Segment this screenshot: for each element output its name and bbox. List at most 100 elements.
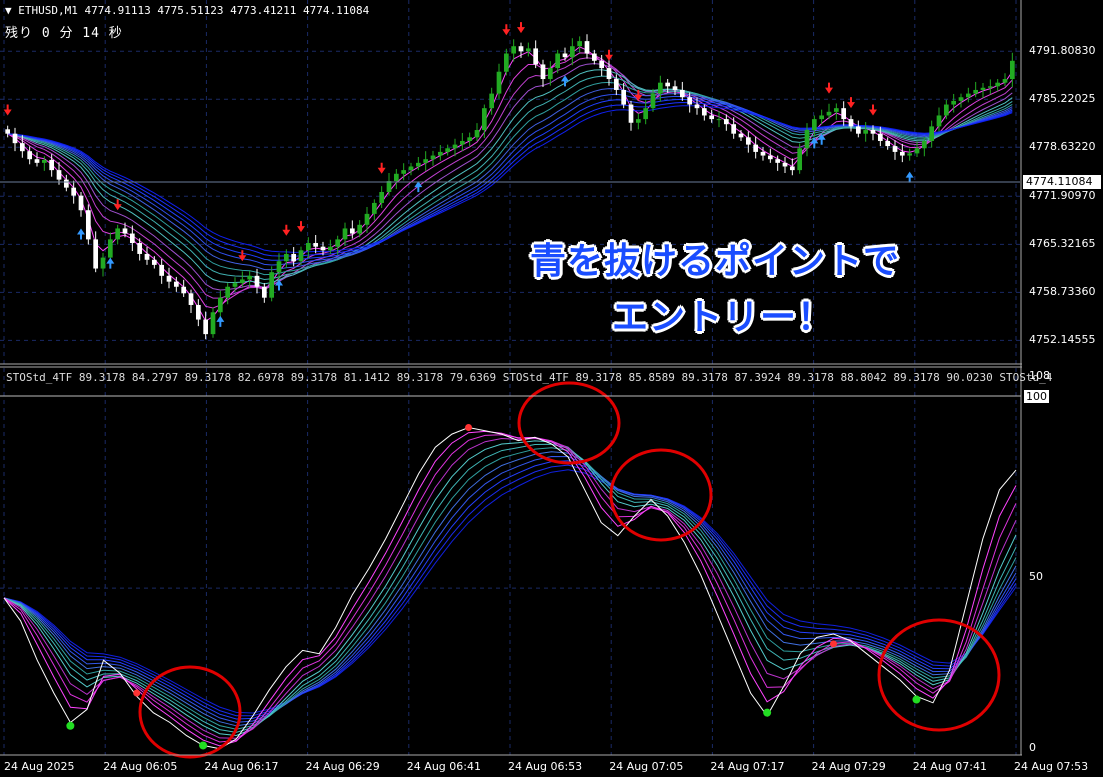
candle-body bbox=[965, 93, 971, 98]
candle-body bbox=[261, 286, 267, 298]
annotation-line-2: エントリー！ bbox=[612, 297, 835, 338]
candle-body bbox=[584, 41, 590, 54]
candle-body bbox=[775, 159, 781, 163]
time-axis-label: 24 Aug 07:29 bbox=[811, 760, 886, 773]
candle-body bbox=[144, 253, 150, 260]
candle-body bbox=[467, 137, 473, 141]
time-axis-label: 24 Aug 06:05 bbox=[103, 760, 178, 773]
candle-body bbox=[459, 140, 465, 145]
candle-body bbox=[511, 46, 517, 54]
candle-body bbox=[687, 97, 693, 105]
candle-body bbox=[995, 82, 1001, 87]
candle-body bbox=[892, 146, 898, 152]
candle-body bbox=[166, 275, 172, 282]
candle-body bbox=[78, 195, 84, 211]
candle-body bbox=[298, 250, 304, 262]
candle-body bbox=[885, 140, 891, 147]
candle-body bbox=[811, 119, 817, 131]
candle-body bbox=[907, 153, 913, 156]
candle-body bbox=[745, 137, 751, 145]
candle-body bbox=[789, 166, 795, 171]
candle-body bbox=[914, 148, 920, 154]
candle-body bbox=[239, 279, 245, 284]
annotation-line-1: 青を抜けるポイントで bbox=[530, 241, 901, 282]
price-axis-label: 4778.63220 bbox=[1029, 140, 1096, 154]
candle-body bbox=[760, 151, 766, 156]
candle-body bbox=[723, 119, 729, 125]
candle-body bbox=[782, 162, 788, 167]
candle-body bbox=[247, 275, 253, 280]
candle-body bbox=[701, 108, 707, 116]
candle-body bbox=[85, 210, 91, 240]
candle-body bbox=[327, 246, 333, 251]
red-signal-dot bbox=[465, 424, 473, 431]
candle-body bbox=[100, 257, 106, 269]
candle-body bbox=[672, 86, 678, 90]
candle-body bbox=[628, 104, 634, 123]
indicator-level-100: 100 bbox=[1024, 390, 1049, 403]
current-price-label: 4774.11084 bbox=[1023, 175, 1101, 189]
candle-body bbox=[63, 179, 69, 188]
candle-body bbox=[899, 151, 905, 156]
candle-body bbox=[877, 133, 883, 141]
candle-body bbox=[452, 144, 458, 149]
candle-body bbox=[1002, 79, 1008, 83]
candle-body bbox=[122, 228, 128, 234]
candle-body bbox=[929, 126, 935, 141]
candle-body bbox=[951, 100, 957, 105]
candle-body bbox=[599, 60, 605, 69]
candle-body bbox=[958, 97, 964, 101]
candle-body bbox=[731, 124, 737, 134]
candle-body bbox=[503, 53, 509, 72]
candle-body bbox=[753, 144, 759, 152]
candle-body bbox=[437, 151, 443, 156]
candle-body bbox=[56, 170, 62, 180]
candle-body bbox=[716, 119, 722, 121]
candle-body bbox=[151, 259, 157, 265]
candle-body bbox=[738, 133, 744, 138]
candle-body bbox=[12, 133, 18, 144]
candle-body bbox=[386, 181, 392, 192]
candle-body bbox=[371, 202, 377, 214]
candle-body bbox=[650, 93, 656, 109]
candle-body bbox=[305, 243, 311, 251]
header-dropdown-icon[interactable]: ▼ bbox=[5, 4, 18, 17]
red-signal-dot bbox=[133, 689, 141, 697]
candle-body bbox=[173, 281, 179, 287]
candle-body bbox=[841, 108, 847, 120]
candle-body bbox=[606, 68, 612, 80]
candle-body bbox=[217, 297, 223, 313]
candle-body bbox=[195, 304, 201, 320]
candle-body bbox=[679, 89, 685, 98]
indicator-level-0: 0 bbox=[1029, 741, 1036, 754]
candle-body bbox=[34, 159, 40, 163]
candle-body bbox=[987, 86, 993, 88]
time-axis-label: 24 Aug 07:17 bbox=[710, 760, 785, 773]
time-axis-label: 24 Aug 07:41 bbox=[912, 760, 987, 773]
candle-body bbox=[518, 46, 524, 52]
candle-body bbox=[474, 130, 480, 138]
candle-body bbox=[848, 119, 854, 127]
time-remaining: 残り 0 分 14 秒 bbox=[5, 26, 123, 41]
symbol-header-text: ETHUSD,M1 4774.91113 4775.51123 4773.412… bbox=[18, 4, 370, 17]
time-axis-label: 24 Aug 06:29 bbox=[305, 760, 380, 773]
price-axis-label: 4785.22025 bbox=[1029, 92, 1096, 106]
candle-body bbox=[129, 233, 135, 244]
candle-body bbox=[621, 89, 627, 105]
mt4-chart-window[interactable] bbox=[0, 0, 1103, 777]
price-axis-label: 4758.73360 bbox=[1029, 285, 1096, 299]
candle-body bbox=[833, 108, 839, 112]
candle-body bbox=[71, 187, 77, 196]
candle-body bbox=[643, 108, 649, 120]
candle-body bbox=[936, 115, 942, 127]
candle-body bbox=[181, 286, 187, 294]
green-signal-dot bbox=[912, 695, 921, 704]
candle-body bbox=[27, 151, 33, 160]
candle-body bbox=[819, 115, 825, 120]
red-signal-dot bbox=[830, 640, 838, 648]
candle-body bbox=[797, 148, 803, 171]
price-axis-label: 4791.80830 bbox=[1029, 44, 1096, 58]
candle-body bbox=[870, 130, 876, 134]
candle-body bbox=[283, 253, 289, 262]
candle-body bbox=[393, 173, 399, 182]
